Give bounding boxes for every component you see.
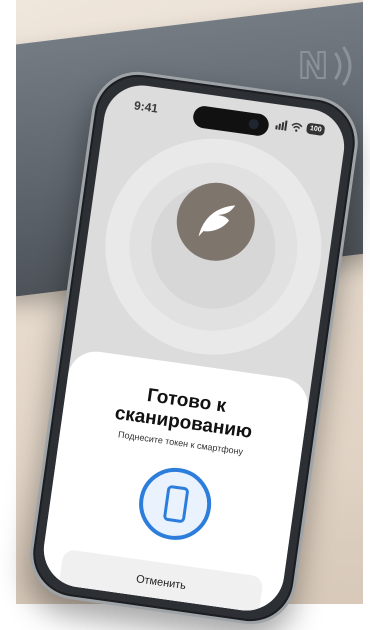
phone-screen: 9:41 100 Готово к сканированию Поднесите… (38, 80, 350, 616)
dynamic-island (191, 104, 271, 138)
svg-text:N: N (298, 46, 328, 87)
scan-sheet: Готово к сканированию Поднесите токен к … (38, 347, 312, 616)
wifi-icon (291, 122, 303, 132)
status-icons: 100 (275, 118, 326, 136)
cancel-button[interactable]: Отменить (58, 548, 264, 616)
scan-indicator (134, 463, 216, 545)
leaf-logo-icon (198, 205, 236, 237)
signal-icon (275, 119, 288, 131)
smartphone-icon (162, 484, 190, 524)
app-logo (171, 177, 260, 266)
nfc-icon: N (298, 45, 352, 88)
status-time: 9:41 (133, 98, 159, 116)
battery-indicator: 100 (306, 122, 326, 136)
